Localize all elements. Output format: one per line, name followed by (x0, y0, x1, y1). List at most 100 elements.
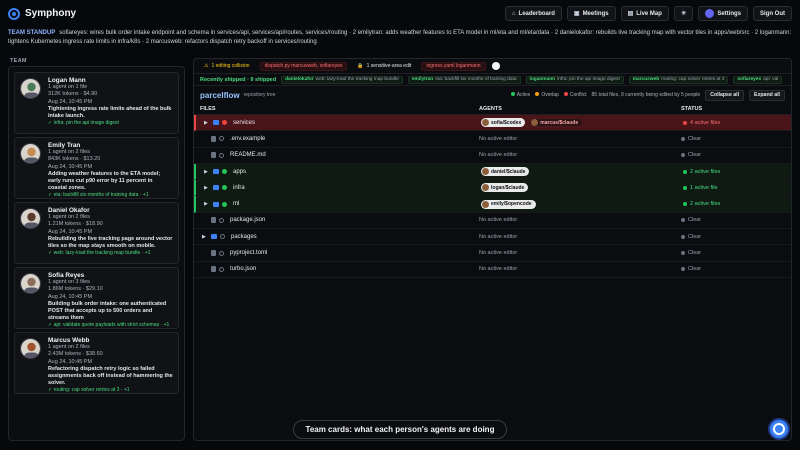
person-name: Emily Tran (48, 142, 81, 149)
collapse-all-button[interactable]: Collapse all (705, 89, 745, 101)
status-text: Clear (688, 217, 702, 224)
status-icon (681, 153, 685, 158)
status-text: 2 active files (690, 201, 721, 208)
agent-count: 1 agent on 2 files (48, 149, 90, 156)
legend: Active Overlap Conflict 85 total files, … (510, 89, 785, 101)
shipped-text: infra: pin the api image digest (557, 77, 620, 82)
tree-row[interactable]: pyproject.toml No active editor Clear (194, 245, 791, 262)
status-cell: Clear (681, 250, 791, 256)
chevron-right-icon[interactable]: ▶ (204, 201, 210, 207)
file-icon (211, 217, 216, 224)
status-icon (683, 202, 687, 207)
conflict-dot-icon (563, 92, 568, 96)
collision-alert[interactable]: ⚠ 1 editing collision (200, 62, 254, 71)
agent-tag[interactable]: emily/$opencode (481, 199, 536, 209)
tree-row[interactable]: ▶ services sofia/$codex marcus/$claude 4 act… (194, 115, 791, 132)
chevron-right-icon[interactable]: ▶ (202, 234, 208, 240)
shipped-commit: ✓ routing: cap solver retries at 3 · +1 (48, 387, 130, 394)
status-text: Clear (688, 250, 702, 257)
agent-tag[interactable]: logan/$claude (481, 183, 529, 193)
status-dot-icon (222, 201, 227, 207)
sensitive-file-badge[interactable]: ingress.yaml loganmann (421, 61, 486, 71)
team-card[interactable]: Logan Mann 1 agent on 1 file 312K tokens ·… (14, 72, 179, 134)
assistant-fab-button[interactable] (768, 418, 790, 440)
leaderboard-button[interactable]: ⌂ Leaderboard (504, 6, 562, 21)
agents-cell: No active editor (479, 136, 681, 142)
tree-row[interactable]: package.json No active editor Clear (194, 213, 791, 230)
repo-name[interactable]: parcelflow (200, 91, 240, 100)
live-map-button[interactable]: ▤ Live Map (620, 6, 669, 21)
no-editor-text: No active editor (479, 217, 518, 224)
meetings-button[interactable]: ▣ Meetings (566, 6, 616, 21)
shipped-text: routing: cap solver retries at 3 (661, 77, 725, 82)
shipped-chip[interactable]: sofiareyes api: val (733, 75, 783, 84)
agent-label: sofia/$codex (491, 119, 522, 126)
team-card[interactable]: Marcus Webb 1 agent on 2 files 2.43M token… (14, 332, 179, 394)
shipped-chip[interactable]: danielokafor web: lazy-load the tracking … (281, 75, 403, 84)
shipped-commit: ✓ web: lazy-load the tracking map bundle… (48, 250, 151, 257)
agent-tag[interactable]: sofia/$codex (481, 118, 526, 128)
person-name: Marcus Webb (48, 337, 90, 344)
no-editor-text: No active editor (479, 233, 518, 240)
agent-tag[interactable]: marcus/$claude (529, 118, 584, 128)
timestamp: Aug 24, 10:45 PM (48, 358, 93, 365)
sensitive-alert[interactable]: 🔒 1 sensitive-area edit (353, 62, 415, 71)
status-dot-icon (222, 185, 227, 191)
status-icon (681, 234, 685, 239)
legend-conflict: Conflict (563, 92, 587, 98)
collision-files-badge[interactable]: dispatch.py marcusweb, sofiareyes (259, 61, 348, 71)
tree-row[interactable]: ▶ infra logan/$claude 1 active file (194, 180, 791, 197)
sign-out-button[interactable]: Sign Out (753, 6, 792, 21)
card-body: Logan Mann 1 agent on 1 file 312K tokens ·… (48, 77, 173, 127)
shipped-user: danielokafor (285, 77, 314, 82)
file-cell: ▶ ml (196, 201, 481, 207)
folder-icon (213, 169, 219, 175)
shipped-chip[interactable]: marcusweb routing: cap solver retries at … (628, 75, 729, 84)
file-name: README.md (230, 152, 266, 159)
chevron-right-icon[interactable]: ▶ (204, 120, 210, 126)
chevron-right-icon[interactable]: ▶ (204, 185, 210, 191)
tree-row[interactable]: ▶ apps daniel/$claude 2 active files (194, 163, 791, 181)
theme-toggle-button[interactable]: ☀ (673, 6, 694, 21)
repo-tree: ▶ services sofia/$codex marcus/$claude 4 act… (194, 115, 791, 278)
settings-label: Settings (717, 10, 741, 17)
chevron-right-icon[interactable]: ▶ (204, 169, 210, 175)
status-icon (681, 267, 685, 272)
avatar (20, 338, 41, 359)
live-map-label: Live Map (636, 10, 662, 17)
shipped-user: marcusweb (632, 77, 660, 82)
alerts-toggle[interactable] (491, 62, 500, 70)
settings-button[interactable]: Settings (698, 6, 748, 21)
task-summary: Adding weather features to the ETA model… (48, 170, 161, 192)
agents-cell: emily/$opencode (481, 199, 683, 209)
agent-tag[interactable]: daniel/$claude (481, 167, 530, 177)
no-editor-text: No active editor (479, 135, 518, 142)
timestamp: Aug 24, 10:45 PM (48, 98, 93, 105)
shipped-chip[interactable]: loganmann infra: pin the api image digest (525, 75, 624, 84)
team-card[interactable]: Daniel Okafor 1 agent on 2 files 1.21M tok… (14, 202, 179, 264)
team-card[interactable]: Emily Tran 1 agent on 2 files 843K tokens … (14, 137, 179, 199)
tree-row[interactable]: ▶ ml emily/$opencode 2 active files (194, 196, 791, 213)
shipped-user: emilytran (411, 77, 434, 82)
agent-avatar (482, 200, 489, 208)
file-icon (211, 152, 216, 159)
tree-row[interactable]: README.md No active editor Clear (194, 148, 791, 164)
tree-row[interactable]: ▶ packages No active editor Clear (194, 229, 791, 246)
tour-banner[interactable]: Team cards: what each person's agents ar… (293, 420, 507, 439)
status-cell: 2 active files (683, 169, 791, 175)
agents-column-header: AGENTS (479, 106, 502, 112)
tree-row[interactable]: turbo.json No active editor Clear (194, 262, 791, 278)
team-standup: TEAM STANDUP sofiareyes: wires bulk order… (8, 29, 792, 47)
shipped-commit: ✓ eta: backfill six months of training d… (48, 192, 149, 199)
brand[interactable]: Symphony (8, 7, 76, 20)
shipped-chip[interactable]: emilytran eta: backfill six months of tra… (407, 75, 521, 84)
team-card[interactable]: Sofia Reyes 1 agent on 3 files 1.86M token… (14, 267, 179, 329)
top-bar: Symphony ⌂ Leaderboard ▣ Meetings ▤ Live Ma… (0, 0, 800, 27)
shipped-bar: Recently shipped · 9 shipped danielokafo… (194, 74, 791, 86)
collision-label: 1 editing collision (211, 63, 250, 69)
expand-all-button[interactable]: Expand all (749, 89, 785, 101)
timestamp: Aug 24, 10:45 PM (48, 163, 93, 170)
file-name: packages (231, 233, 257, 240)
tree-row[interactable]: .env.example No active editor Clear (194, 131, 791, 148)
team-label: TEAM (10, 58, 27, 64)
